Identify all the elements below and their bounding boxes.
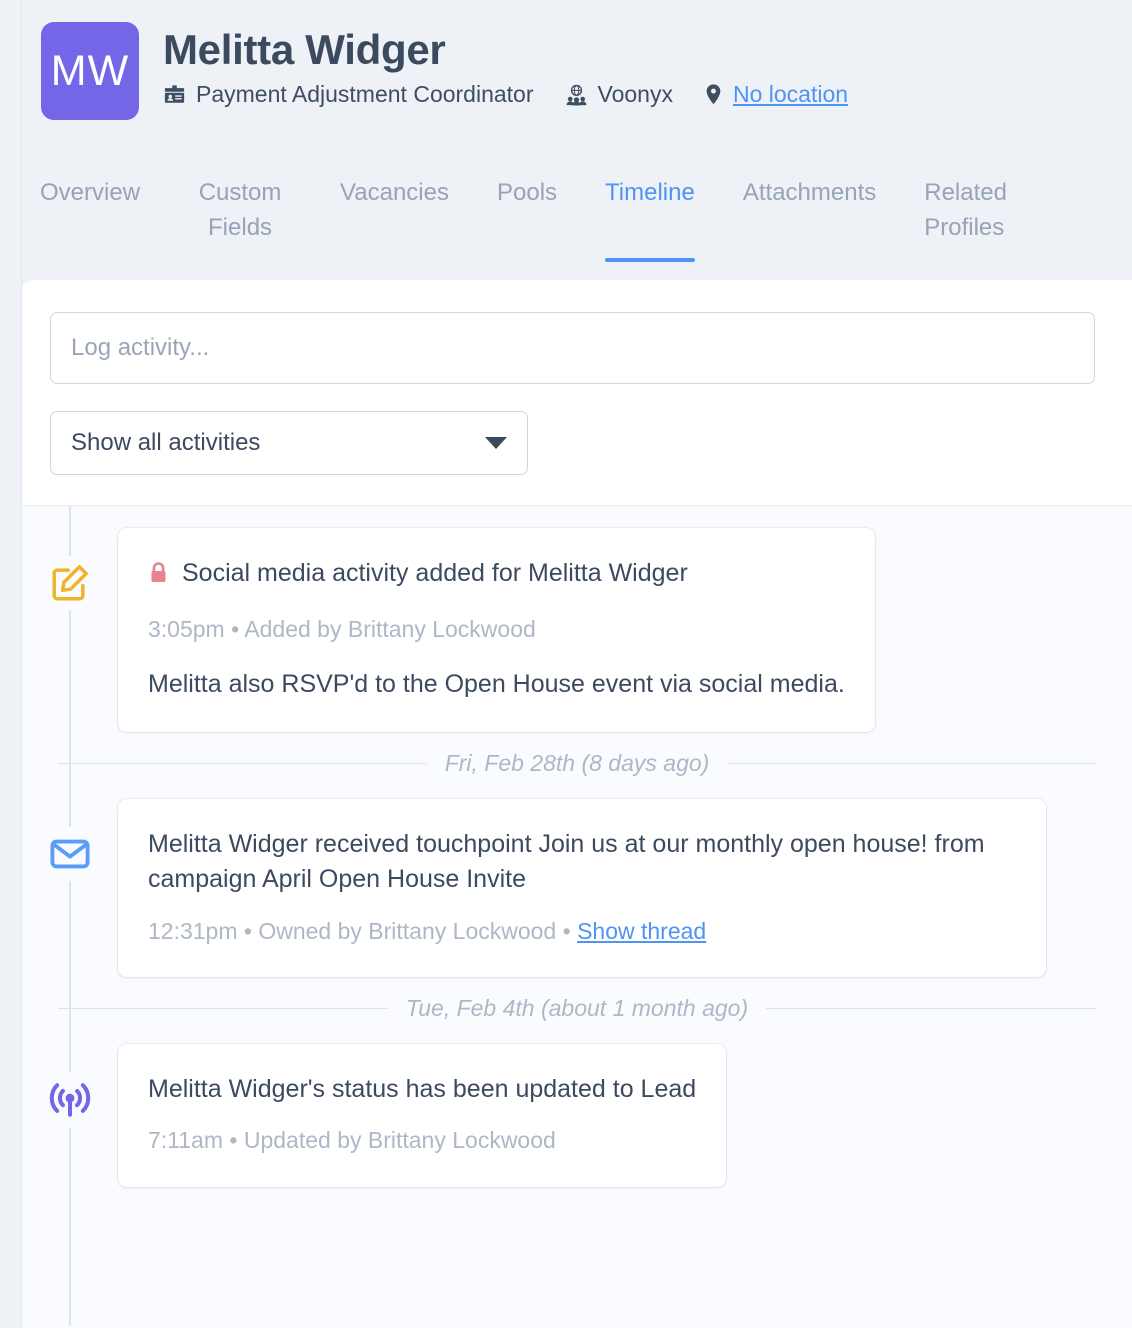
timeline-card: Social media activity added for Melitta … [118, 528, 875, 732]
timeline-card-title: Melitta Widger received touchpoint Join … [148, 827, 1016, 898]
divider-line-right [727, 762, 1096, 764]
job-title-item: Payment Adjustment Coordinator [163, 81, 534, 108]
divider-line-left [58, 1007, 388, 1009]
timeline-card-title: Melitta Widger's status has been updated… [148, 1072, 696, 1108]
tab-vacancies[interactable]: Vacancies [340, 158, 449, 262]
timeline-card: Melitta Widger's status has been updated… [118, 1043, 727, 1187]
lock-icon [148, 556, 169, 596]
divider-line-right [766, 1007, 1097, 1009]
timeline-date-divider: Tue, Feb 4th (about 1 month ago) [22, 977, 1132, 1036]
cutoff-glyph: H [0, 900, 1, 917]
cutoff-sidebar-strip: · o = . e H \ - o [0, 0, 22, 1328]
pencil-square-icon [45, 556, 95, 610]
timeline-card-subtitle-text: 12:31pm • Owned by Brittany Lockwood • [148, 917, 578, 944]
show-thread-link[interactable]: Show thread [577, 918, 706, 944]
divider-label: Fri, Feb 28th (8 days ago) [444, 749, 710, 776]
divider-label: Tue, Feb 4th (about 1 month ago) [405, 994, 749, 1021]
chevron-down-icon [485, 437, 507, 449]
timeline-entry-icon [22, 799, 118, 881]
profile-tabs: Overview Custom Fields Vacancies Pools T… [22, 158, 1132, 280]
location-link[interactable]: No location [733, 81, 848, 108]
location-item: No location [704, 81, 848, 108]
tab-related-profiles[interactable]: Related Profiles [924, 158, 1007, 262]
timeline-card-title: Social media activity added for Melitta … [148, 556, 845, 596]
timeline-entry: Melitta Widger's status has been updated… [22, 1036, 1132, 1187]
timeline-card-body: Melitta also RSVP'd to the Open House ev… [148, 669, 845, 698]
timeline-panel: Show all activities [22, 280, 1132, 1328]
timeline-date-divider: Fri, Feb 28th (8 days ago) [22, 732, 1132, 791]
timeline-card-subtitle: 3:05pm • Added by Brittany Lockwood [148, 615, 536, 642]
tab-overview[interactable]: Overview [40, 158, 140, 262]
log-activity-input[interactable] [50, 312, 1095, 384]
identity-block: Melitta Widger Payment Adjustment Coordi… [163, 22, 848, 108]
divider-line-left [58, 762, 427, 764]
timeline-card: Melitta Widger received touchpoint Join … [118, 798, 1046, 977]
profile-header: MW Melitta Widger Payment Adjustment Coo… [22, 0, 1132, 158]
company-item: Voonyx [565, 81, 673, 108]
timeline-card-subtitle: 12:31pm • Owned by Brittany Lockwood • S… [148, 915, 1016, 947]
timeline-card-title-text: Melitta Widger's status has been updated… [148, 1074, 697, 1103]
tab-custom-fields[interactable]: Custom Fields [188, 158, 292, 262]
timeline-entry-icon [22, 528, 118, 610]
broadcast-icon [44, 1071, 96, 1128]
tab-timeline[interactable]: Timeline [605, 158, 695, 262]
timeline-entry-icon [22, 1044, 118, 1128]
tab-attachments[interactable]: Attachments [743, 158, 876, 262]
avatar: MW [41, 22, 139, 120]
timeline-card-title-text: Melitta Widger received touchpoint Join … [148, 829, 985, 894]
timeline-entry: Social media activity added for Melitta … [22, 506, 1132, 732]
globe-group-icon [565, 84, 588, 106]
page-title: Melitta Widger [163, 26, 446, 73]
envelope-icon [45, 826, 95, 881]
profile-timeline-page: · o = . e H \ - o MW Melitta Widger [0, 0, 1132, 1328]
company-name: Voonyx [597, 81, 673, 108]
timeline-card-subtitle: 7:11am • Updated by Brittany Lockwood [148, 1127, 556, 1154]
job-title-text: Payment Adjustment Coordinator [196, 81, 534, 108]
timeline-card-title-text: Social media activity added for Melitta … [182, 559, 688, 587]
activity-filter-select[interactable]: Show all activities [50, 411, 528, 475]
tab-pools[interactable]: Pools [497, 158, 557, 262]
activity-composer: Show all activities [22, 280, 1132, 506]
profile-meta-row: Payment Adjustment Coordinator Voonyx No… [163, 81, 848, 108]
map-pin-icon [704, 83, 723, 106]
timeline-list: Social media activity added for Melitta … [22, 506, 1132, 1326]
activity-filter-value: Show all activities [71, 429, 261, 456]
avatar-initials: MW [50, 46, 130, 95]
timeline-entry: Melitta Widger received touchpoint Join … [22, 791, 1132, 977]
id-badge-icon [163, 84, 186, 106]
